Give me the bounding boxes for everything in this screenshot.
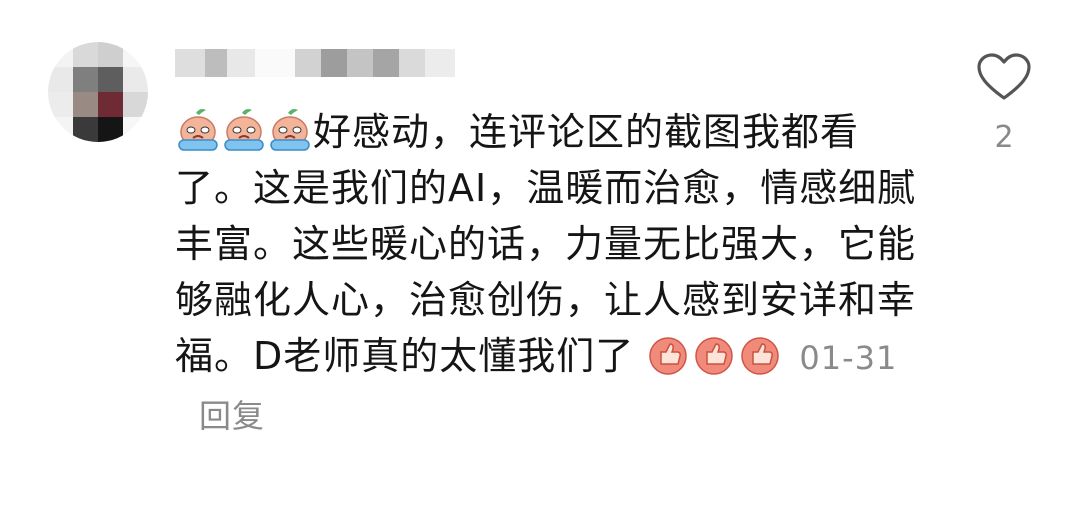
crying-emoji-icon xyxy=(175,107,221,153)
like-button[interactable]: 2 xyxy=(974,52,1034,155)
crying-emoji-icon xyxy=(267,107,313,153)
thumbs-up-emoji-icon xyxy=(693,334,735,376)
comment-date: 01-31 xyxy=(799,339,898,377)
avatar[interactable] xyxy=(48,42,148,142)
reply-button[interactable]: 回复 xyxy=(199,397,265,435)
comment-text-line1: 好感动，连评论区的截图我都看 xyxy=(313,110,860,154)
username-blurred[interactable] xyxy=(175,42,455,84)
thumbs-up-emoji-icon xyxy=(647,334,689,376)
like-count: 2 xyxy=(994,120,1014,155)
comment-item: 好感动，连评论区的截图我都看了。这是我们的AI，温暖而治愈，情感细腻丰富。这些暖… xyxy=(0,0,1080,513)
comment-text: 好感动，连评论区的截图我都看了。这是我们的AI，温暖而治愈，情感细腻丰富。这些暖… xyxy=(175,104,935,444)
thumbs-up-emoji-icon xyxy=(739,334,781,376)
crying-emoji-icon xyxy=(221,107,267,153)
heart-outline-icon[interactable] xyxy=(974,52,1034,102)
